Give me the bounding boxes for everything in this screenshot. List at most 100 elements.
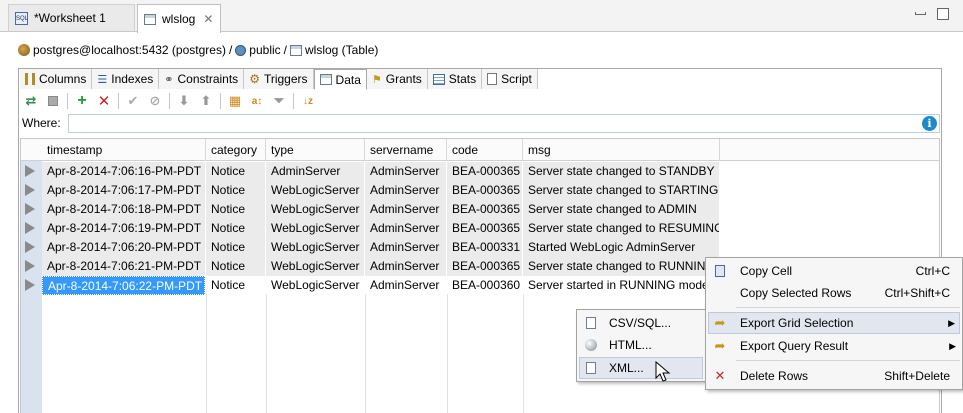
tab-indexes[interactable]: ☰ Indexes bbox=[92, 69, 160, 89]
column-header-code[interactable]: code bbox=[447, 139, 523, 161]
maximize-icon[interactable] bbox=[937, 8, 949, 20]
cell-code[interactable]: BEA-000360 bbox=[447, 276, 522, 295]
tab-data[interactable]: Data bbox=[313, 69, 367, 90]
cell-type[interactable]: WebLogicServer bbox=[266, 257, 364, 276]
cell-type[interactable]: WebLogicServer bbox=[266, 238, 364, 257]
tab-label: Stats bbox=[448, 72, 477, 86]
column-header-category[interactable]: category bbox=[206, 139, 266, 161]
row-marker-icon[interactable] bbox=[25, 184, 35, 196]
row-marker-icon[interactable] bbox=[25, 241, 35, 253]
tab-stats[interactable]: Stats bbox=[427, 69, 483, 89]
menu-item-delete-rows[interactable]: ✕ Delete Rows Shift+Delete bbox=[708, 365, 960, 387]
cell-servername[interactable]: AdminServer bbox=[365, 181, 446, 200]
cell-servername[interactable]: AdminServer bbox=[365, 219, 446, 238]
menu-item-copy-selected-rows[interactable]: Copy Selected Rows Ctrl+Shift+C bbox=[708, 282, 960, 304]
cell-msg[interactable]: Server started in RUNNING mode bbox=[523, 276, 719, 295]
refresh-icon[interactable]: ⇄ bbox=[20, 91, 42, 111]
cell-timestamp[interactable]: Apr-8-2014-7:06:17-PM-PDT bbox=[42, 181, 205, 200]
cell-msg[interactable]: Server state changed to RESUMING bbox=[523, 219, 719, 238]
menu-item-html[interactable]: HTML... bbox=[579, 334, 703, 356]
cell-msg[interactable]: Server state changed to STANDBY bbox=[523, 162, 719, 181]
cell-type[interactable]: WebLogicServer bbox=[266, 200, 364, 219]
row-marker-icon[interactable] bbox=[25, 222, 35, 234]
cell-code[interactable]: BEA-000365 bbox=[447, 181, 522, 200]
sort-az-icon[interactable]: ↓z bbox=[297, 91, 319, 111]
tab-constraints[interactable]: ⚭ Constraints bbox=[159, 69, 245, 89]
tab-worksheet-1[interactable]: SQL *Worksheet 1 bbox=[8, 4, 135, 31]
breadcrumb-connection[interactable]: postgres@localhost:5432 (postgres) bbox=[33, 43, 226, 57]
cell-category[interactable]: Notice bbox=[206, 238, 265, 257]
cell-msg[interactable]: Server state changed to RUNNING bbox=[523, 257, 719, 276]
cell-code[interactable]: BEA-000365 bbox=[447, 219, 522, 238]
breadcrumb-schema[interactable]: public bbox=[249, 43, 280, 57]
tab-triggers[interactable]: ⚙ Triggers bbox=[244, 69, 314, 89]
rollback-icon[interactable]: ⊘ bbox=[144, 91, 166, 111]
cell-msg[interactable]: Server state changed to STARTING bbox=[523, 181, 719, 200]
mouse-cursor-icon bbox=[655, 361, 671, 382]
column-header-servername[interactable]: servername bbox=[365, 139, 447, 161]
cell-servername[interactable]: AdminServer bbox=[365, 162, 446, 181]
single-record-icon[interactable]: ▦ bbox=[224, 91, 246, 111]
cell-type[interactable]: WebLogicServer bbox=[266, 181, 364, 200]
cell-timestamp[interactable]: Apr-8-2014-7:06:22-PM-PDT bbox=[42, 276, 205, 295]
cell-category[interactable]: Notice bbox=[206, 257, 265, 276]
column-header-timestamp[interactable]: timestamp bbox=[42, 139, 206, 161]
tab-script[interactable]: Script bbox=[482, 69, 538, 89]
add-row-icon[interactable]: + bbox=[71, 91, 93, 111]
cell-category[interactable]: Notice bbox=[206, 219, 265, 238]
row-marker-icon[interactable] bbox=[25, 203, 35, 215]
breadcrumb-table[interactable]: wlslog (Table) bbox=[305, 43, 378, 57]
where-input[interactable] bbox=[68, 114, 940, 133]
cell-type[interactable]: AdminServer bbox=[266, 162, 364, 181]
menu-item-export-query-result[interactable]: ➦ Export Query Result ▶ bbox=[708, 335, 960, 357]
cell-category[interactable]: Notice bbox=[206, 200, 265, 219]
row-marker-icon[interactable] bbox=[25, 260, 35, 272]
cell-timestamp[interactable]: Apr-8-2014-7:06:20-PM-PDT bbox=[42, 238, 205, 257]
export-icon[interactable]: ⬆ bbox=[195, 91, 217, 111]
cell-servername[interactable]: AdminServer bbox=[365, 257, 446, 276]
breadcrumb-separator: / bbox=[283, 43, 287, 57]
cell-type[interactable]: WebLogicServer bbox=[266, 219, 364, 238]
info-icon[interactable]: i bbox=[922, 116, 937, 131]
filter-icon[interactable]: ⏷ bbox=[268, 91, 290, 111]
row-marker-icon[interactable] bbox=[25, 165, 35, 177]
cell-type[interactable]: WebLogicServer bbox=[266, 276, 364, 295]
cell-category[interactable]: Notice bbox=[206, 181, 265, 200]
toolbar-separator bbox=[220, 93, 221, 109]
import-icon[interactable]: ⬇ bbox=[173, 91, 195, 111]
cell-timestamp[interactable]: Apr-8-2014-7:06:21-PM-PDT bbox=[42, 257, 205, 276]
cell-timestamp[interactable]: Apr-8-2014-7:06:16-PM-PDT bbox=[42, 162, 205, 181]
cell-code[interactable]: BEA-000365 bbox=[447, 162, 522, 181]
tab-wlslog[interactable]: wlslog ✕ bbox=[137, 4, 221, 33]
cell-code[interactable]: BEA-000365 bbox=[447, 257, 522, 276]
shortcut-label: Ctrl+Shift+C bbox=[884, 286, 950, 300]
sql-worksheet-icon: SQL bbox=[15, 11, 28, 25]
column-header-msg[interactable]: msg bbox=[523, 139, 720, 161]
cell-servername[interactable]: AdminServer bbox=[365, 238, 446, 257]
cell-category[interactable]: Notice bbox=[206, 162, 265, 181]
tab-columns[interactable]: Columns bbox=[20, 69, 93, 89]
cell-msg[interactable]: Started WebLogic AdminServer bbox=[523, 238, 719, 257]
column-header-type[interactable]: type bbox=[266, 139, 365, 161]
commit-icon[interactable]: ✔ bbox=[122, 91, 144, 111]
menu-item-copy-cell[interactable]: Copy Cell Ctrl+C bbox=[708, 260, 960, 282]
menu-item-label: HTML... bbox=[609, 338, 652, 352]
sort-icon[interactable]: a↕ bbox=[246, 91, 268, 111]
minimize-icon[interactable] bbox=[915, 12, 926, 15]
cell-code[interactable]: BEA-000365 bbox=[447, 200, 522, 219]
row-marker-icon[interactable] bbox=[25, 279, 35, 291]
cell-timestamp[interactable]: Apr-8-2014-7:06:19-PM-PDT bbox=[42, 219, 205, 238]
stop-icon[interactable] bbox=[42, 91, 64, 111]
close-icon[interactable]: ✕ bbox=[203, 12, 213, 26]
cell-servername[interactable]: AdminServer bbox=[365, 276, 446, 295]
cell-timestamp[interactable]: Apr-8-2014-7:06:18-PM-PDT bbox=[42, 200, 205, 219]
menu-item-xml[interactable]: XML... bbox=[579, 357, 703, 379]
tab-grants[interactable]: ⚑ Grants bbox=[366, 69, 428, 89]
cell-category[interactable]: Notice bbox=[206, 276, 265, 295]
cell-servername[interactable]: AdminServer bbox=[365, 200, 446, 219]
delete-row-icon[interactable]: ✕ bbox=[93, 91, 115, 111]
menu-item-export-grid-selection[interactable]: ➦ Export Grid Selection ▶ bbox=[708, 312, 960, 334]
menu-item-csv-sql[interactable]: CSV/SQL... bbox=[579, 312, 703, 334]
cell-code[interactable]: BEA-000331 bbox=[447, 238, 522, 257]
cell-msg[interactable]: Server state changed to ADMIN bbox=[523, 200, 719, 219]
